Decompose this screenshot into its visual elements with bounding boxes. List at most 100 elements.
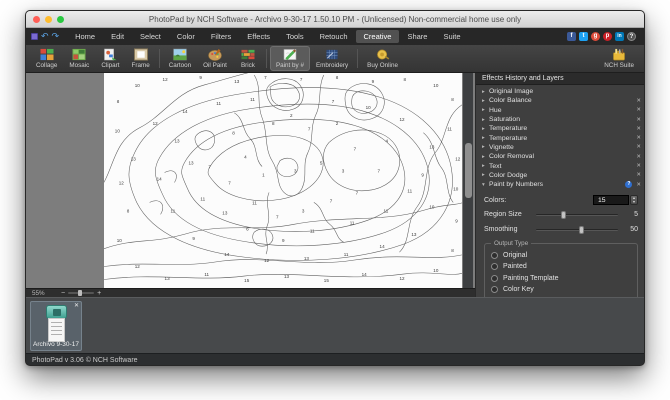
expand-arrow-icon[interactable]: ▸ <box>482 154 489 160</box>
facebook-icon[interactable]: f <box>567 32 576 41</box>
paint-by-number-button[interactable]: Paint by # <box>269 46 310 71</box>
expand-arrow-icon[interactable]: ▸ <box>482 89 489 95</box>
expand-arrow-icon[interactable]: ▸ <box>482 172 489 178</box>
embroidery-button[interactable]: Embroidery <box>310 46 354 71</box>
svg-text:13: 13 <box>411 232 417 237</box>
undo-icon[interactable]: ↶ <box>41 32 49 41</box>
expand-arrow-icon[interactable]: ▸ <box>482 126 489 132</box>
remove-effect-icon[interactable]: ✕ <box>636 135 641 141</box>
tab-home[interactable]: Home <box>67 30 103 43</box>
output-painting-template-option[interactable]: Painting Template <box>491 272 631 284</box>
zoom-in-button[interactable]: + <box>97 290 101 297</box>
image-thumbnail-tile[interactable]: ✕ Archivo 9-30-17 <box>30 301 82 351</box>
collapse-arrow-icon[interactable]: ▾ <box>482 182 489 188</box>
help-circle-icon[interactable]: ? <box>625 181 633 189</box>
svg-text:11: 11 <box>384 208 389 213</box>
effect-row-vignette[interactable]: ▸ Vignette ✕ <box>476 143 644 152</box>
output-painted-option[interactable]: Painted <box>491 261 631 273</box>
region-size-slider-thumb[interactable] <box>560 210 566 219</box>
remove-effect-icon[interactable]: ✕ <box>636 98 641 104</box>
mosaic-button[interactable]: Mosaic <box>63 46 95 71</box>
tab-retouch[interactable]: Retouch <box>312 30 356 43</box>
remove-effect-icon[interactable]: ✕ <box>636 117 641 123</box>
effects-panel: Effects History and Layers ▸ Original Im… <box>475 73 644 297</box>
radio-icon[interactable] <box>491 251 498 259</box>
expand-arrow-icon[interactable]: ▸ <box>482 135 489 141</box>
tab-share[interactable]: Share <box>399 30 435 43</box>
radio-icon[interactable] <box>491 263 498 271</box>
collage-button[interactable]: Collage <box>30 46 63 71</box>
svg-text:8: 8 <box>117 99 120 104</box>
nch-suite-icon <box>613 48 625 61</box>
frame-button[interactable]: Frame <box>126 46 156 71</box>
tab-select[interactable]: Select <box>132 30 169 43</box>
effect-row-text[interactable]: ▸ Text ✕ <box>476 161 644 170</box>
expand-arrow-icon[interactable]: ▸ <box>482 117 489 123</box>
output-original-option[interactable]: Original <box>491 249 631 261</box>
remove-effect-icon[interactable]: ✕ <box>636 144 641 150</box>
clipart-button[interactable]: Clipart <box>95 46 125 71</box>
google-plus-icon[interactable]: g <box>591 32 600 41</box>
buy-online-button[interactable]: Buy Online <box>361 46 404 71</box>
effect-row-temperature-1[interactable]: ▸ Temperature ✕ <box>476 124 644 133</box>
twitter-icon[interactable]: t <box>579 32 588 41</box>
expand-arrow-icon[interactable]: ▸ <box>482 98 489 104</box>
remove-effect-icon[interactable]: ✕ <box>636 154 641 160</box>
tab-effects[interactable]: Effects <box>239 30 278 43</box>
redo-icon[interactable]: ↷ <box>52 32 60 41</box>
effect-row-color-balance[interactable]: ▸ Color Balance ✕ <box>476 96 644 105</box>
canvas-vertical-scrollbar[interactable] <box>463 73 473 288</box>
toolbar-separator <box>265 49 267 68</box>
svg-text:7: 7 <box>208 165 211 170</box>
remove-effect-icon[interactable]: ✕ <box>636 107 641 113</box>
remove-effect-icon[interactable]: ✕ <box>636 182 641 188</box>
tab-tools[interactable]: Tools <box>278 30 312 43</box>
effect-row-color-dodge[interactable]: ▸ Color Dodge ✕ <box>476 171 644 180</box>
radio-icon[interactable] <box>491 286 498 294</box>
effect-row-color-removal[interactable]: ▸ Color Removal ✕ <box>476 152 644 161</box>
effect-row-hue[interactable]: ▸ Hue ✕ <box>476 106 644 115</box>
status-bar: PhotoPad v 3.06 © NCH Software <box>26 353 644 365</box>
remove-effect-icon[interactable]: ✕ <box>636 163 641 169</box>
close-image-icon[interactable]: ✕ <box>74 302 79 309</box>
expand-arrow-icon[interactable]: ▸ <box>482 144 489 150</box>
remove-effect-icon[interactable]: ✕ <box>636 126 641 132</box>
toolbar-separator <box>158 49 160 68</box>
tab-creative[interactable]: Creative <box>355 30 400 43</box>
paint-by-numbers-canvas[interactable]: 8 10 12 9 13 7 7 8 9 8 10 8 10 13 12 8 10 12 13 11 15 13 15 14 1… <box>104 73 462 288</box>
tab-suite[interactable]: Suite <box>435 30 468 43</box>
oil-paint-button[interactable]: Oil Paint <box>197 46 233 71</box>
effect-row-original-image[interactable]: ▸ Original Image <box>476 87 644 96</box>
svg-text:9: 9 <box>199 75 202 80</box>
svg-text:12: 12 <box>163 77 169 82</box>
save-icon[interactable] <box>31 33 38 40</box>
tab-filters[interactable]: Filters <box>203 30 239 43</box>
linkedin-icon[interactable]: in <box>615 32 624 41</box>
remove-effect-icon[interactable]: ✕ <box>636 172 641 178</box>
svg-text:9: 9 <box>192 236 195 241</box>
smoothing-slider-thumb[interactable] <box>579 225 585 234</box>
region-size-slider[interactable] <box>536 210 618 219</box>
help-icon[interactable]: ? <box>627 32 636 41</box>
tab-color[interactable]: Color <box>169 30 203 43</box>
colors-input[interactable]: 15 <box>593 195 629 206</box>
output-color-key-option[interactable]: Color Key <box>491 284 631 296</box>
expand-arrow-icon[interactable]: ▸ <box>482 163 489 169</box>
zoom-slider[interactable] <box>68 290 95 296</box>
zoom-out-button[interactable]: − <box>61 290 65 297</box>
cartoon-button[interactable]: Cartoon <box>163 46 197 71</box>
smoothing-slider[interactable] <box>536 225 618 234</box>
brick-button[interactable]: Brick <box>233 46 263 71</box>
colors-stepper[interactable]: ▲ ▼ <box>630 195 638 206</box>
nch-suite-button[interactable]: NCH Suite <box>598 46 640 71</box>
radio-icon[interactable] <box>491 274 498 282</box>
scrollbar-thumb[interactable] <box>464 143 472 198</box>
effect-row-saturation[interactable]: ▸ Saturation ✕ <box>476 115 644 124</box>
svg-text:12: 12 <box>264 258 270 263</box>
effect-row-paint-by-numbers[interactable]: ▾ Paint by Numbers ? ✕ <box>476 180 644 189</box>
expand-arrow-icon[interactable]: ▸ <box>482 107 489 113</box>
pinterest-icon[interactable]: p <box>603 32 612 41</box>
zoom-slider-thumb[interactable] <box>78 290 83 296</box>
effect-row-temperature-2[interactable]: ▸ Temperature ✕ <box>476 133 644 142</box>
tab-edit[interactable]: Edit <box>103 30 132 43</box>
